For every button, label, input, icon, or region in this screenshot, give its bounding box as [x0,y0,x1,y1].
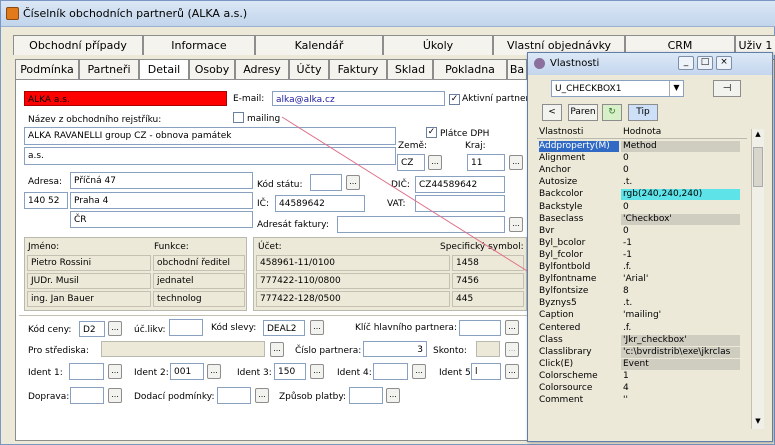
property-row[interactable]: Autosize .t. [537,177,742,188]
property-row[interactable]: Byl_fcolor -1 [537,250,742,261]
property-value[interactable]: .f. [621,323,740,334]
property-name: Backstyle [539,201,583,212]
properties-app-icon [534,58,545,69]
properties-window: Vlastnosti _ □ × U_CHECKBOX1 ▼ ⊣ < Paren… [527,52,773,442]
object-dropdown-arrow-icon[interactable]: ▼ [669,81,683,96]
property-row[interactable]: Colorsource 4 [537,383,742,394]
property-row[interactable]: Classlibrary 'c:\bvrdistrib\exe\jkrclas [537,346,742,358]
property-name: Alignment [539,153,586,164]
back-button[interactable]: < [542,104,562,121]
property-value[interactable]: Method [621,141,740,152]
properties-col-value: Hodnota [623,127,662,137]
property-value[interactable]: 'Arial' [621,274,740,285]
property-value[interactable]: .t. [621,298,740,309]
property-row[interactable]: Class 'Jkr_checkbox' [537,334,742,346]
property-name: Caption [539,310,574,321]
property-row[interactable]: Bvr 0 [537,226,742,237]
maximize-icon[interactable]: □ [697,56,713,70]
property-name: Bylfontsize [539,286,589,297]
property-row[interactable]: Bylfontname 'Arial' [537,274,742,285]
property-row[interactable]: Backstyle 0 [537,202,742,213]
property-row[interactable]: Anchor 0 [537,165,742,176]
property-name: Byl_fcolor [539,249,583,260]
property-value[interactable]: 4 [621,383,740,394]
property-row[interactable]: Colorscheme 1 [537,371,742,382]
close-icon[interactable]: × [716,56,732,70]
property-name: Colorsource [539,383,593,393]
property-value[interactable]: -1 [621,238,740,249]
property-name: Backcolor [539,189,584,200]
properties-title: Vlastnosti [550,58,600,69]
property-value[interactable]: 0 [621,226,740,237]
property-value[interactable]: 0 [621,165,740,176]
property-row[interactable]: Byznys5 .t. [537,298,742,309]
property-row[interactable]: Byl_bcolor -1 [537,238,742,249]
property-name: Comment [539,395,584,406]
properties-header: Vlastnosti Hodnota [537,127,747,139]
property-name: Anchor [539,165,571,176]
minimize-icon[interactable]: _ [678,56,694,70]
property-name: Addproperty(M) [539,141,619,152]
pin-icon[interactable]: ⊣ [713,80,741,97]
parent-button[interactable]: Paren [568,104,598,121]
property-value[interactable]: 'Jkr_checkbox' [621,334,740,346]
property-row[interactable]: Centered .f. [537,323,742,334]
tip-button[interactable]: Tip [628,104,658,121]
property-value[interactable]: '' [621,395,740,406]
properties-col-name: Vlastnosti [539,127,584,137]
property-value[interactable]: -1 [621,250,740,261]
scroll-up-icon[interactable]: ▲ [753,130,763,140]
property-value[interactable]: .f. [621,262,740,273]
property-name: Centered [539,322,581,333]
property-name: Baseclass [539,213,584,224]
property-row[interactable]: Addproperty(M) Method [537,141,742,152]
property-row[interactable]: Bylfontbold .f. [537,262,742,273]
property-name: Autosize [539,177,578,188]
property-name: Byl_bcolor [539,237,586,248]
property-row[interactable]: Comment '' [537,395,742,406]
property-value[interactable]: Event [621,358,740,370]
property-row[interactable]: Alignment 0 [537,153,742,164]
scroll-down-icon[interactable]: ▼ [753,417,763,427]
property-row[interactable]: Click(E) Event [537,358,742,370]
property-row[interactable]: Bylfontsize 8 [537,286,742,297]
property-row[interactable]: Caption 'mailing' [537,310,742,321]
property-name: Bylfontname [539,274,597,285]
property-name: Byznys5 [539,298,577,309]
property-value[interactable]: 8 [621,286,740,297]
properties-scrollbar[interactable]: ▲ ▼ [751,129,764,429]
property-value[interactable]: rgb(240,240,240) [621,189,740,201]
property-value[interactable]: 0 [621,153,740,164]
property-value[interactable]: .t. [621,177,740,188]
object-name-field[interactable]: U_CHECKBOX1 [551,80,684,97]
property-name: Colorscheme [539,370,598,381]
property-value[interactable]: 'Checkbox' [621,213,740,225]
property-value[interactable]: 'mailing' [621,310,740,321]
property-row[interactable]: Backcolor rgb(240,240,240) [537,189,742,201]
scroll-thumb[interactable] [753,147,763,187]
property-value[interactable]: 1 [621,371,740,382]
refresh-icon[interactable]: ↻ [602,104,622,121]
properties-title-bar[interactable]: Vlastnosti _ □ × [528,53,772,75]
property-name: Bvr [539,225,555,236]
property-name: Classlibrary [539,346,592,357]
property-value[interactable]: 0 [621,202,740,213]
property-value[interactable]: 'c:\bvrdistrib\exe\jkrclas [621,346,740,358]
property-row[interactable]: Baseclass 'Checkbox' [537,213,742,225]
property-name: Class [539,334,563,345]
property-name: Bylfontbold [539,262,591,272]
property-name: Click(E) [539,358,574,369]
